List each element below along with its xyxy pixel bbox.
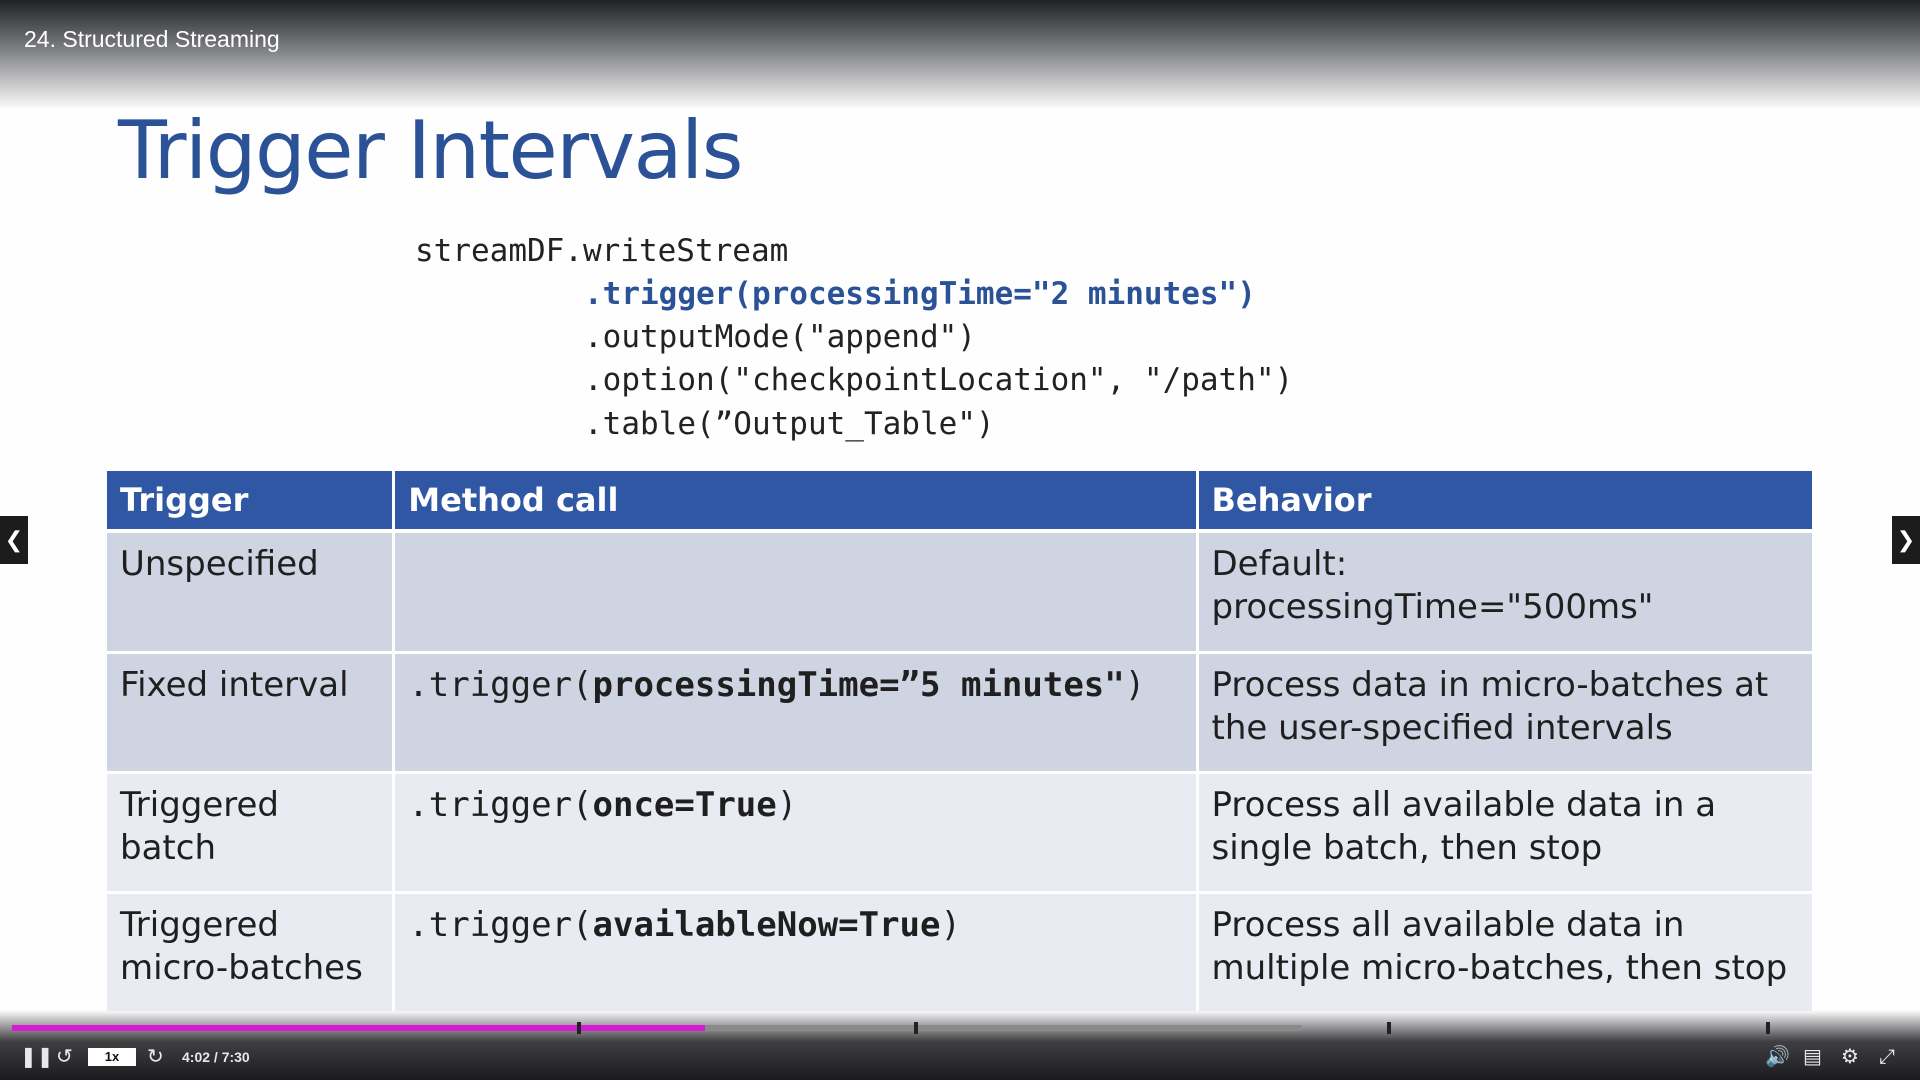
method-prefix: .trigger( [408,665,593,705]
pause-icon: ❚❚ [20,1046,54,1068]
chapter-marker [914,1022,918,1034]
forward-button[interactable]: ↻ [147,1044,164,1070]
table-row: Unspecified Default: processingTime="500… [107,531,1815,654]
trigger-cell: Fixed interval [107,652,396,774]
trigger-table: Trigger Method call Behavior Unspecified… [107,471,1815,1014]
method-arg: availableNow=True [592,905,941,945]
rewind-icon: ↺ [56,1046,73,1068]
header-method-call: Method call [393,471,1199,533]
volume-icon: 🔊 [1765,1046,1790,1068]
chapter-marker [1766,1022,1770,1034]
behavior-cell: Process all available data in multiple m… [1197,892,1815,1014]
table-row: Triggered micro-batches .trigger(availab… [107,892,1815,1014]
header-behavior: Behavior [1197,471,1815,533]
chapter-marker [577,1022,581,1034]
next-arrow-icon: ❯ [1896,527,1916,552]
method-suffix: ) [940,905,961,945]
lecture-title: 24. Structured Streaming [24,26,280,52]
chapter-marker [1387,1022,1391,1034]
volume-button[interactable]: 🔊 [1765,1044,1790,1070]
prev-button[interactable]: ❮ [0,516,28,564]
time-display: 4:02 / 7:30 [182,1049,250,1065]
behavior-cell: Default: processingTime="500ms" [1197,531,1815,654]
method-cell: .trigger(processingTime=”5 minutes") [393,652,1199,774]
slide: Trigger Intervals streamDF.writeStream .… [0,0,1920,1080]
code-line-3: .outputMode("append") [584,319,976,355]
rewind-button[interactable]: ↺ [56,1044,73,1070]
player-top-bar [0,0,1920,110]
behavior-cell: Process all available data in a single b… [1197,772,1815,894]
exit-fullscreen-icon: ⤢ [1879,1046,1895,1068]
progress-bar[interactable] [12,1022,1302,1034]
playback-speed-button[interactable]: 1x [88,1048,136,1066]
method-arg: processingTime=”5 minutes" [592,665,1125,705]
header-trigger: Trigger [107,471,396,533]
trigger-cell: Triggered batch [107,772,396,894]
table-header-row: Trigger Method call Behavior [107,471,1815,533]
captions-icon: ▤ [1803,1046,1822,1068]
code-line-5: .table(”Output_Table") [584,406,995,442]
prev-arrow-icon: ❮ [4,527,24,552]
method-prefix: .trigger( [408,905,593,945]
method-suffix: ) [1124,665,1146,705]
progress-fill [12,1025,705,1031]
settings-button[interactable]: ⚙ [1841,1044,1859,1070]
exit-fullscreen-button[interactable]: ⤢ [1879,1044,1895,1070]
pause-button[interactable]: ❚❚ [20,1044,54,1070]
next-button[interactable]: ❯ [1892,516,1920,564]
method-cell: .trigger(availableNow=True) [393,892,1199,1014]
captions-button[interactable]: ▤ [1803,1044,1822,1070]
method-arg: once=True [592,785,777,825]
trigger-cell: Triggered micro-batches [107,892,396,1014]
code-line-2: .trigger(processingTime="2 minutes") [584,276,1256,312]
player-control-bar [0,1010,1920,1080]
slide-title: Trigger Intervals [118,104,743,197]
code-line-1: streamDF.writeStream [415,233,789,269]
forward-icon: ↻ [147,1046,164,1068]
table-row: Fixed interval .trigger(processingTime=”… [107,652,1815,774]
behavior-cell: Process data in micro-batches at the use… [1197,652,1815,774]
settings-icon: ⚙ [1841,1046,1859,1068]
method-prefix: .trigger( [408,785,593,825]
method-cell [393,531,1199,654]
method-suffix: ) [776,785,798,825]
method-cell: .trigger(once=True) [393,772,1199,894]
trigger-cell: Unspecified [107,531,396,654]
code-line-4: .option("checkpointLocation", "/path") [584,362,1294,398]
table-row: Triggered batch .trigger(once=True) Proc… [107,772,1815,894]
